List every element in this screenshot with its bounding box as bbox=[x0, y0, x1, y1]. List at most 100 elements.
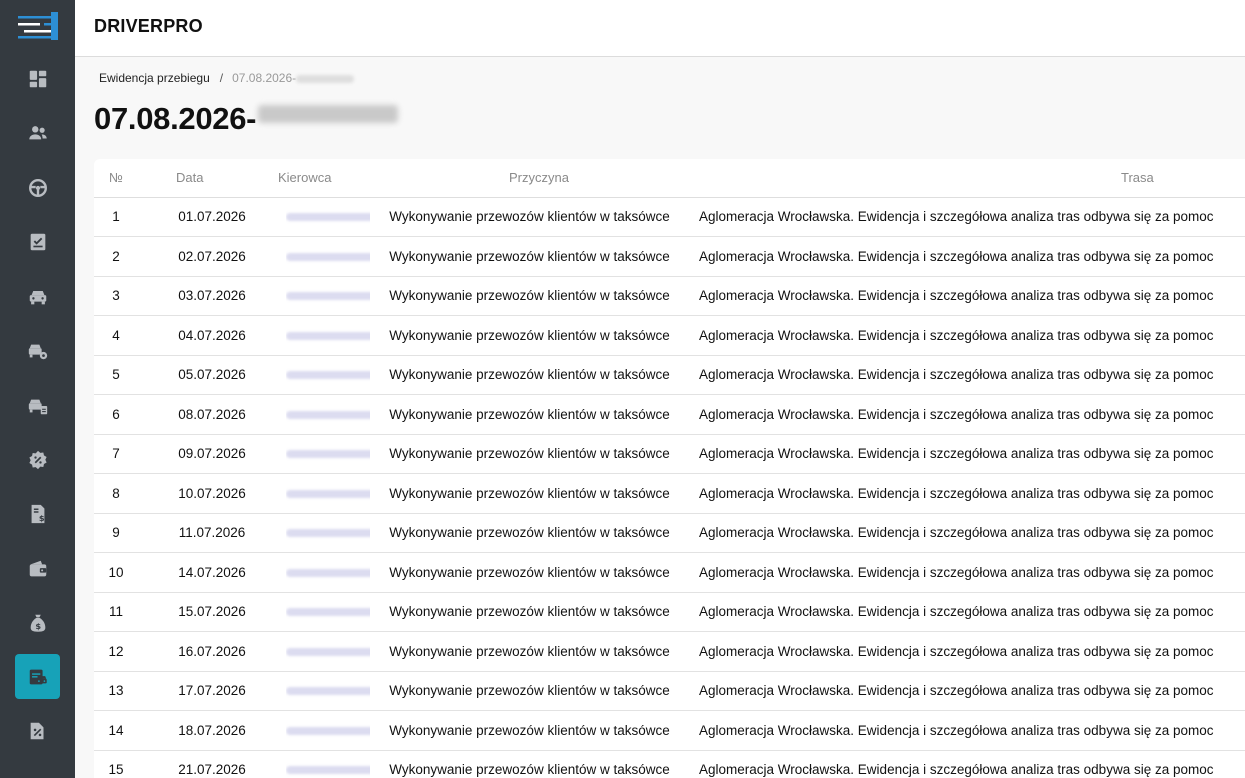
row-reason: Wykonywanie przewozów klientów w taksówc… bbox=[370, 434, 699, 474]
table-row[interactable]: 3 03.07.2026 Wykonywanie przewozów klientó… bbox=[94, 276, 1245, 316]
sidebar-nav-item-steering-wheel[interactable] bbox=[15, 165, 60, 210]
row-number: 3 bbox=[94, 276, 138, 316]
mileage-table-container: № Data Kierowca Przyczyna Trasa 1 01.07.2… bbox=[94, 159, 1245, 778]
sidebar-nav-item-discount[interactable] bbox=[15, 708, 60, 753]
steering-wheel-icon bbox=[27, 177, 49, 199]
row-reason: Wykonywanie przewozów klientów w taksówc… bbox=[370, 513, 699, 553]
table-row[interactable]: 13 17.07.2026 Wykonywanie przewozów klient… bbox=[94, 671, 1245, 711]
sidebar-nav-item-mileage-log[interactable] bbox=[15, 654, 60, 699]
row-route: Aglomeracja Wrocławska. Ewidencja i szcz… bbox=[699, 276, 1245, 316]
table-row[interactable]: 7 09.07.2026 Wykonywanie przewozów klientó… bbox=[94, 434, 1245, 474]
row-driver bbox=[286, 276, 370, 316]
column-header-driver[interactable]: Kierowca bbox=[278, 159, 362, 198]
wallet-icon bbox=[27, 558, 49, 580]
row-number: 15 bbox=[94, 750, 138, 778]
row-route: Aglomeracja Wrocławska. Ewidencja i szcz… bbox=[699, 236, 1245, 277]
row-number: 5 bbox=[94, 355, 138, 395]
row-route: Aglomeracja Wrocławska. Ewidencja i szcz… bbox=[699, 631, 1245, 672]
row-number: 14 bbox=[94, 710, 138, 751]
users-icon bbox=[27, 122, 49, 144]
column-header-date[interactable]: Data bbox=[138, 159, 286, 198]
row-driver bbox=[286, 750, 370, 778]
row-driver bbox=[286, 236, 370, 277]
row-date: 11.07.2026 bbox=[138, 513, 286, 553]
row-route: Aglomeracja Wrocławska. Ewidencja i szcz… bbox=[699, 434, 1245, 474]
sidebar-nav-item-money-bag[interactable]: $ bbox=[15, 600, 60, 645]
sidebar-nav-item-users[interactable] bbox=[15, 110, 60, 155]
table-row[interactable]: 4 04.07.2026 Wykonywanie przewozów klientó… bbox=[94, 315, 1245, 356]
row-driver bbox=[286, 355, 370, 395]
row-route: Aglomeracja Wrocławska. Ewidencja i szcz… bbox=[699, 710, 1245, 751]
money-bag-icon: $ bbox=[27, 612, 49, 634]
redacted-driver-name bbox=[286, 213, 370, 222]
row-reason: Wykonywanie przewozów klientów w taksówc… bbox=[370, 671, 699, 711]
table-row[interactable]: 6 08.07.2026 Wykonywanie przewozów klientó… bbox=[94, 394, 1245, 435]
sidebar-nav-item-invoice-dollar[interactable]: $ bbox=[15, 491, 60, 536]
svg-text:$: $ bbox=[35, 620, 41, 630]
breadcrumb-parent-link[interactable]: Ewidencja przebiegu bbox=[99, 71, 210, 85]
column-header-route[interactable]: Trasa bbox=[699, 159, 1245, 198]
sidebar-nav-item-car[interactable] bbox=[15, 274, 60, 319]
redacted-driver-name bbox=[286, 331, 370, 340]
dashboard-icon bbox=[27, 68, 49, 90]
row-number: 6 bbox=[94, 394, 138, 435]
row-driver bbox=[286, 315, 370, 356]
row-date: 04.07.2026 bbox=[138, 315, 286, 356]
table-row[interactable]: 5 05.07.2026 Wykonywanie przewozów klientó… bbox=[94, 355, 1245, 395]
table-row[interactable]: 14 18.07.2026 Wykonywanie przewozów klient… bbox=[94, 710, 1245, 751]
row-number: 7 bbox=[94, 434, 138, 474]
redacted-driver-name bbox=[286, 450, 370, 459]
redacted-driver-name bbox=[286, 489, 370, 498]
row-number: 12 bbox=[94, 631, 138, 672]
row-number: 10 bbox=[94, 552, 138, 593]
row-route: Aglomeracja Wrocławska. Ewidencja i szcz… bbox=[699, 671, 1245, 711]
table-row[interactable]: 8 10.07.2026 Wykonywanie przewozów klientó… bbox=[94, 473, 1245, 514]
sidebar-nav-item-car-settings[interactable] bbox=[15, 328, 60, 373]
row-reason: Wykonywanie przewozów klientów w taksówc… bbox=[370, 592, 699, 632]
table-row[interactable]: 9 11.07.2026 Wykonywanie przewozów klientó… bbox=[94, 513, 1245, 553]
app-logo-icon[interactable] bbox=[18, 12, 58, 40]
brand-title: DRIVERPRO bbox=[94, 16, 203, 36]
column-header-number[interactable]: № bbox=[94, 159, 138, 198]
row-route: Aglomeracja Wrocławska. Ewidencja i szcz… bbox=[699, 473, 1245, 514]
table-row[interactable]: 1 01.07.2026 Wykonywanie przewozów klientó… bbox=[94, 197, 1245, 237]
breadcrumb-current: 07.08.2026- bbox=[232, 71, 297, 85]
car-settings-icon bbox=[27, 340, 49, 362]
table-row[interactable]: 10 14.07.2026 Wykonywanie przewozów klient… bbox=[94, 552, 1245, 593]
sidebar-nav-item-car-document[interactable] bbox=[15, 383, 60, 428]
table-row[interactable]: 11 15.07.2026 Wykonywanie przewozów klient… bbox=[94, 592, 1245, 632]
breadcrumb: Ewidencja przebiegu / 07.08.2026- bbox=[99, 71, 355, 85]
row-driver bbox=[286, 552, 370, 593]
row-number: 11 bbox=[94, 592, 138, 632]
row-reason: Wykonywanie przewozów klientów w taksówc… bbox=[370, 394, 699, 435]
row-reason: Wykonywanie przewozów klientów w taksówc… bbox=[370, 631, 699, 672]
row-route: Aglomeracja Wrocławska. Ewidencja i szcz… bbox=[699, 197, 1245, 237]
row-date: 10.07.2026 bbox=[138, 473, 286, 514]
sidebar-nav-item-percent-badge[interactable] bbox=[15, 437, 60, 482]
percent-badge-icon bbox=[27, 449, 49, 471]
table-header-row: № Data Kierowca Przyczyna Trasa bbox=[94, 159, 1245, 198]
sidebar-nav-item-dashboard[interactable] bbox=[15, 56, 60, 101]
sidebar-nav-item-wallet[interactable] bbox=[15, 546, 60, 591]
redacted-driver-name bbox=[286, 647, 370, 656]
svg-text:$: $ bbox=[38, 512, 44, 522]
redacted-driver-name bbox=[286, 608, 370, 617]
table-row[interactable]: 15 21.07.2026 Wykonywanie przewozów klient… bbox=[94, 750, 1245, 778]
row-number: 1 bbox=[94, 197, 138, 237]
row-reason: Wykonywanie przewozów klientów w taksówc… bbox=[370, 197, 699, 237]
row-driver bbox=[286, 671, 370, 711]
row-driver bbox=[286, 197, 370, 237]
row-route: Aglomeracja Wrocławska. Ewidencja i szcz… bbox=[699, 750, 1245, 778]
row-route: Aglomeracja Wrocławska. Ewidencja i szcz… bbox=[699, 552, 1245, 593]
row-driver bbox=[286, 434, 370, 474]
sidebar-nav-item-checklist[interactable] bbox=[15, 219, 60, 264]
redacted-driver-name bbox=[286, 292, 370, 301]
redacted-driver-name bbox=[286, 726, 370, 735]
row-number: 8 bbox=[94, 473, 138, 514]
row-number: 4 bbox=[94, 315, 138, 356]
column-header-reason[interactable]: Przyczyna bbox=[370, 159, 699, 198]
table-row[interactable]: 2 02.07.2026 Wykonywanie przewozów klientó… bbox=[94, 236, 1245, 277]
table-row[interactable]: 12 16.07.2026 Wykonywanie przewozów klient… bbox=[94, 631, 1245, 672]
row-driver bbox=[286, 513, 370, 553]
row-driver bbox=[286, 710, 370, 751]
